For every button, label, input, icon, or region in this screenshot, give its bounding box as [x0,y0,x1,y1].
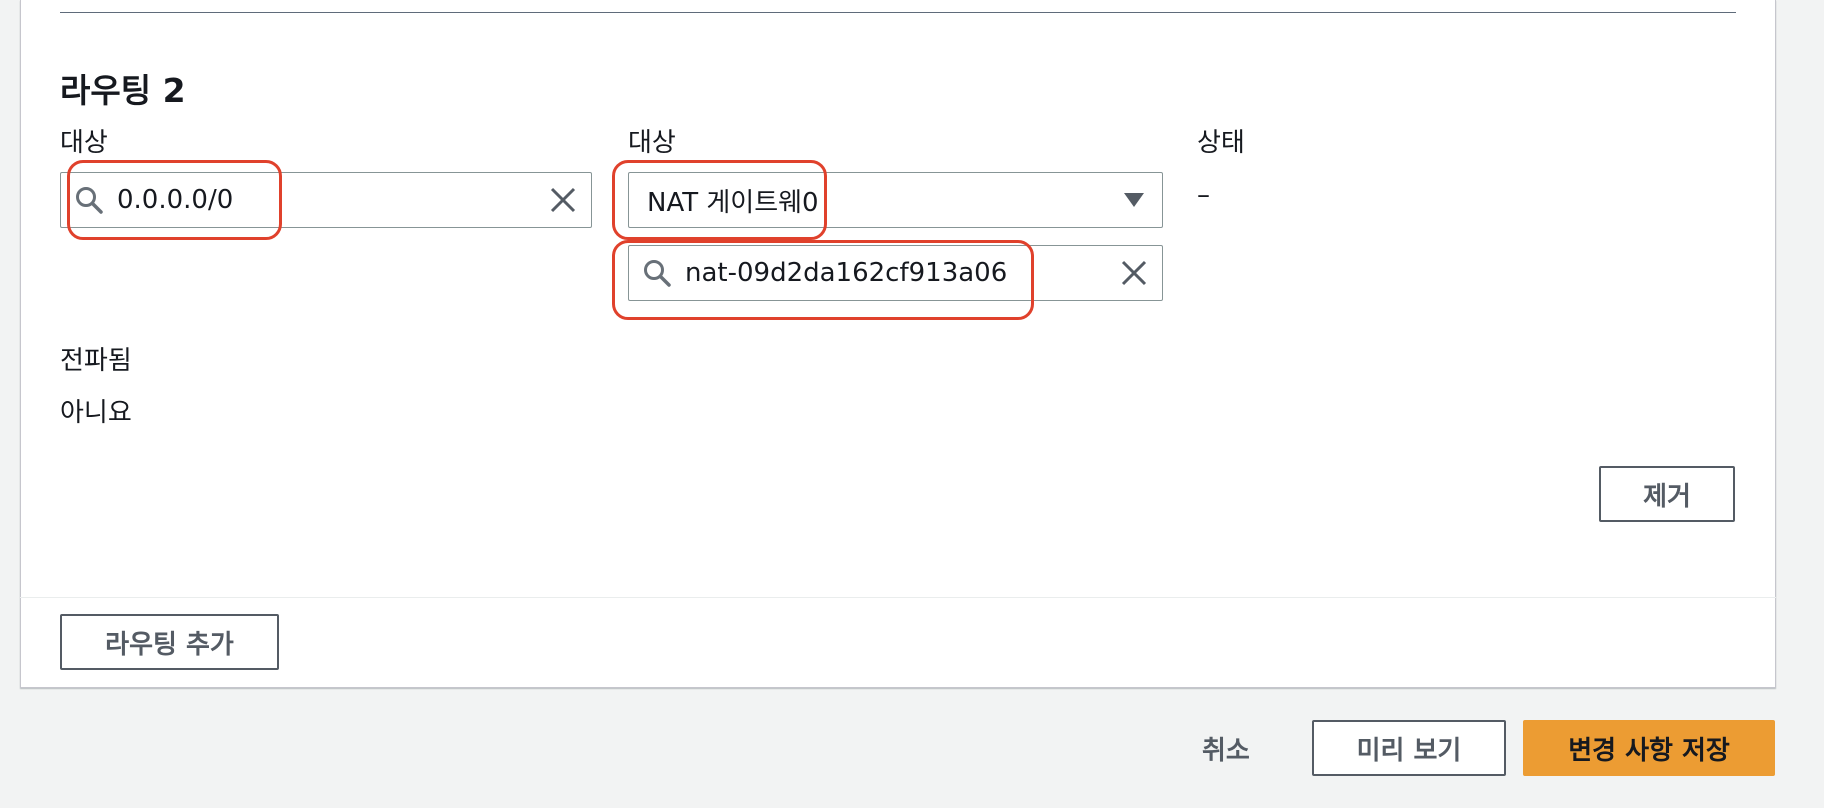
propagated-value: 아니요 [60,398,132,428]
destination-input[interactable]: 0.0.0.0/0 [60,172,592,228]
caret-down-icon [1106,173,1162,227]
route-editor-panel [20,0,1776,688]
search-icon [629,246,685,300]
target-type-value: NAT 게이트웨0 [647,187,819,218]
route-title: 라우팅 2 [60,71,186,110]
destination-value: 0.0.0.0/0 [117,185,234,215]
propagated-label: 전파됨 [60,346,132,376]
preview-button[interactable]: 미리 보기 [1312,720,1506,776]
destination-label: 대상 [60,128,108,158]
panel-divider [20,597,1776,598]
remove-button[interactable]: 제거 [1599,466,1735,522]
save-changes-button[interactable]: 변경 사항 저장 [1523,720,1775,776]
target-id-value: nat-09d2da162cf913a06 [685,258,1008,288]
section-divider [60,12,1736,13]
cancel-button[interactable]: 취소 [1202,730,1250,767]
add-route-button[interactable]: 라우팅 추가 [60,614,279,670]
target-id-input[interactable]: nat-09d2da162cf913a06 [628,245,1163,301]
status-label: 상태 [1197,128,1245,158]
clear-icon[interactable] [1106,246,1162,300]
clear-icon[interactable] [535,173,591,227]
search-icon [61,173,117,227]
status-value: – [1197,180,1210,210]
target-label: 대상 [628,128,676,158]
target-type-select[interactable]: NAT 게이트웨0 [628,172,1163,228]
